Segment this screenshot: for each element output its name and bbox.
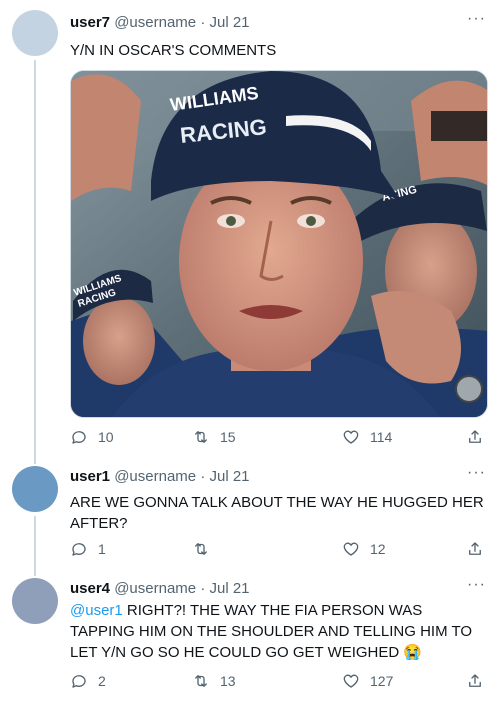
thread-line: [34, 516, 36, 568]
tweet-text: Y/N IN OSCAR'S COMMENTS: [70, 42, 277, 59]
reply-icon: [72, 543, 86, 556]
display-name[interactable]: user4: [70, 580, 110, 597]
more-options-button[interactable]: ···: [467, 10, 486, 28]
share-button[interactable]: [466, 540, 484, 558]
tweet-header: user7 @username · Jul 21: [70, 14, 250, 31]
avatar[interactable]: [12, 10, 58, 56]
photo-illustration: WILLIAMS RACING ACING WILLIAMS RACING: [71, 71, 487, 417]
timestamp[interactable]: Jul 21: [209, 14, 249, 31]
reply-button[interactable]: 10: [70, 428, 114, 446]
retweet-icon: [195, 543, 207, 555]
timestamp[interactable]: Jul 21: [209, 580, 249, 597]
reply-icon: [72, 431, 86, 444]
heart-icon: [343, 674, 359, 688]
handle[interactable]: @username: [114, 580, 196, 597]
tweet-actions: 2 13 127: [70, 672, 486, 694]
share-button[interactable]: [466, 672, 484, 690]
reply-count: 1: [98, 541, 106, 557]
share-button[interactable]: [466, 428, 484, 446]
tweet-header: user1 @username · Jul 21: [70, 468, 250, 485]
more-options-button[interactable]: ···: [467, 464, 486, 482]
retweet-count: 15: [220, 429, 236, 445]
separator: ·: [200, 14, 206, 31]
like-button[interactable]: 12: [342, 540, 386, 558]
like-button[interactable]: 114: [342, 428, 392, 446]
retweet-button[interactable]: [192, 540, 220, 558]
tweet-body: RIGHT?! THE WAY THE FIA PERSON WAS TAPPI…: [70, 602, 473, 661]
share-icon: [469, 430, 481, 443]
separator: ·: [200, 468, 206, 485]
like-count: 12: [370, 541, 386, 557]
tweet-1[interactable]: user7 @username · Jul 21 ··· Y/N IN OSCA…: [0, 0, 500, 458]
retweet-icon: [195, 431, 207, 443]
heart-icon: [343, 542, 359, 556]
retweet-count: 13: [220, 673, 236, 689]
thread-line: [34, 458, 36, 464]
handle[interactable]: @username: [114, 14, 196, 31]
display-name[interactable]: user7: [70, 14, 110, 31]
like-count: 127: [370, 673, 394, 689]
tweet-actions: 1 12: [70, 540, 486, 562]
tweet-photo[interactable]: WILLIAMS RACING ACING WILLIAMS RACING: [70, 70, 488, 418]
like-button[interactable]: 127: [342, 672, 393, 690]
thread-line: [34, 60, 36, 458]
tweet-header: user4 @username · Jul 21: [70, 580, 250, 597]
tweet-3[interactable]: user4 @username · Jul 21 ··· @user1 RIGH…: [0, 568, 500, 702]
mention-link[interactable]: @user1: [70, 602, 123, 619]
avatar[interactable]: [12, 466, 58, 512]
tweet-2[interactable]: user1 @username · Jul 21 ··· ARE WE GONN…: [0, 458, 500, 568]
thread-line: [34, 568, 36, 576]
like-count: 114: [370, 429, 393, 445]
retweet-button[interactable]: 13: [192, 672, 236, 690]
reply-button[interactable]: 2: [70, 672, 106, 690]
handle[interactable]: @username: [114, 468, 196, 485]
more-options-button[interactable]: ···: [467, 576, 486, 594]
tweet-text: @user1 RIGHT?! THE WAY THE FIA PERSON WA…: [70, 600, 488, 663]
retweet-icon: [195, 675, 207, 687]
share-icon: [469, 674, 481, 687]
share-icon: [469, 542, 481, 555]
avatar[interactable]: [12, 578, 58, 624]
tweet-actions: 10 15 114: [70, 428, 486, 450]
heart-icon: [343, 430, 359, 444]
reply-button[interactable]: 1: [70, 540, 106, 558]
reply-count: 10: [98, 429, 114, 445]
reply-count: 2: [98, 673, 106, 689]
timestamp[interactable]: Jul 21: [209, 468, 249, 485]
display-name[interactable]: user1: [70, 468, 110, 485]
separator: ·: [200, 580, 206, 597]
retweet-button[interactable]: 15: [192, 428, 236, 446]
reply-icon: [72, 675, 86, 688]
tweet-text: ARE WE GONNA TALK ABOUT THE WAY HE HUGGE…: [70, 494, 484, 532]
